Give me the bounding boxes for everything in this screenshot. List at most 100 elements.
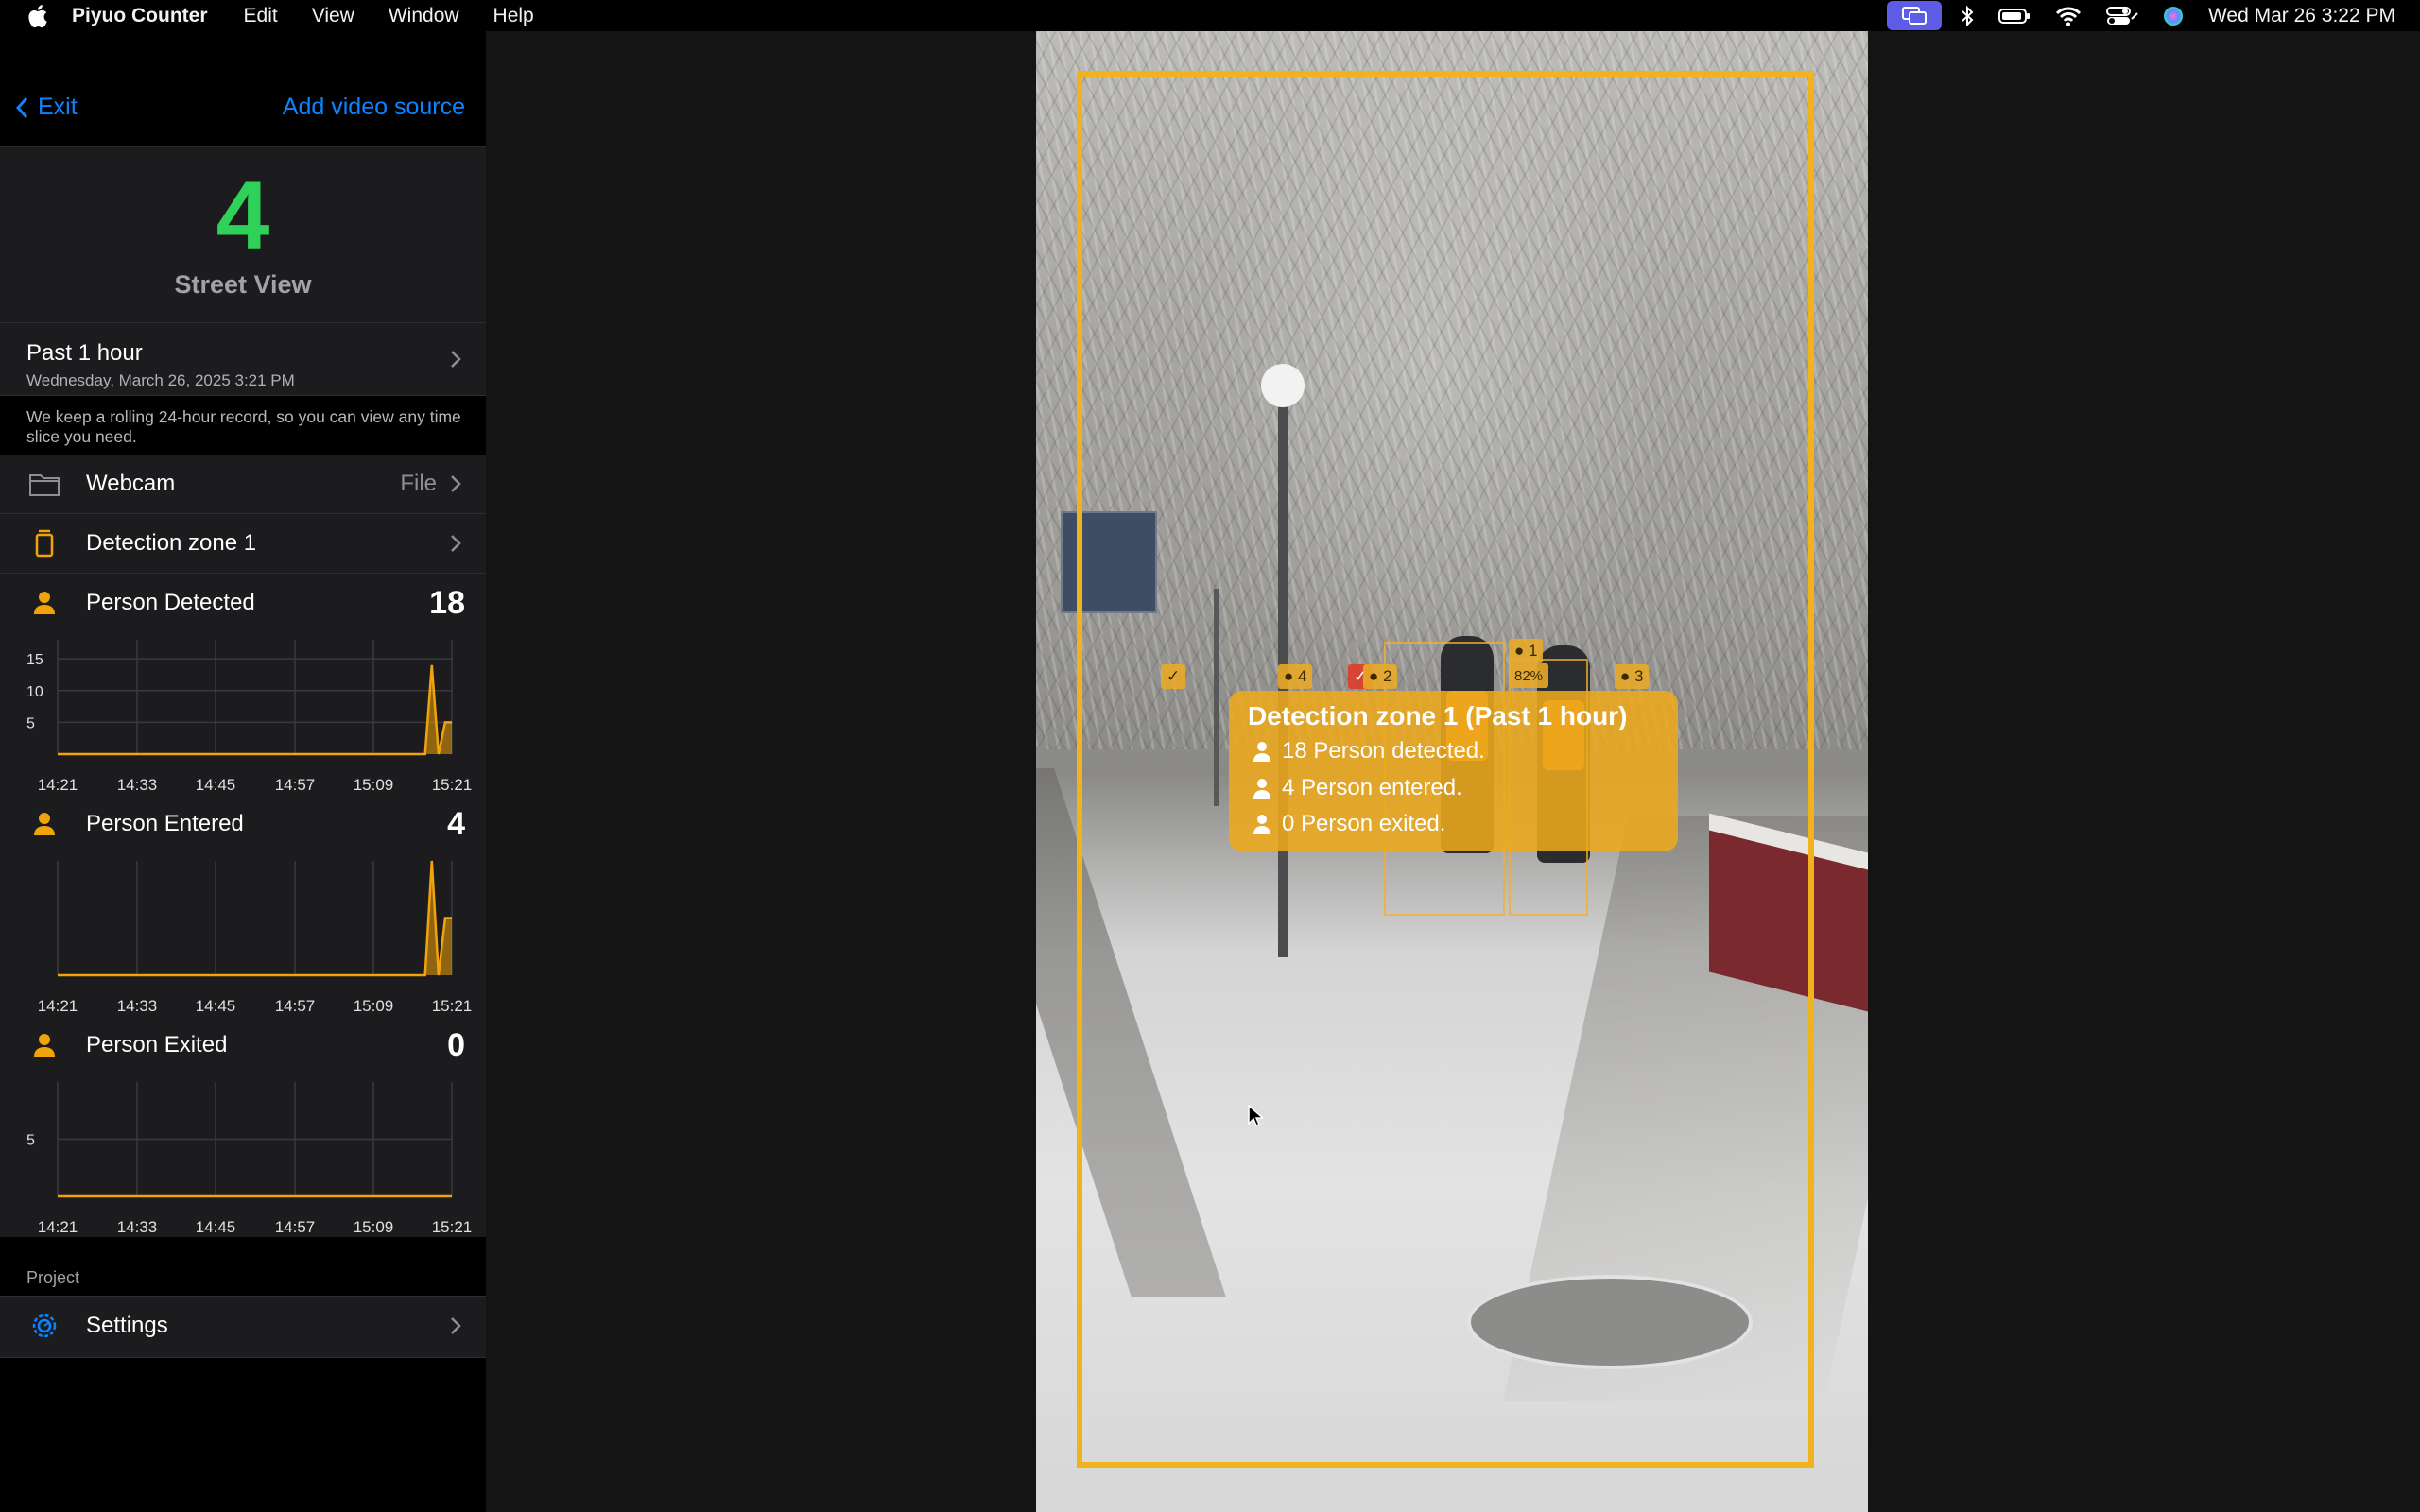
detection-zone-row[interactable]: Detection zone 1 <box>0 514 486 574</box>
metric-label: Person Detected <box>86 590 255 615</box>
menu-view[interactable]: View <box>312 5 354 27</box>
exit-label: Exit <box>38 94 78 120</box>
x-tick-label: 14:21 <box>38 776 78 794</box>
x-tick-label: 15:21 <box>432 997 473 1015</box>
overlay-text: 18 Person detected. <box>1282 738 1485 764</box>
video-source-type: File <box>400 471 437 496</box>
source-name: Street View <box>174 270 312 299</box>
app-menu[interactable]: Piyuo Counter <box>72 5 208 27</box>
person-icon <box>1253 779 1270 799</box>
note-text: We keep a rolling 24-hour record, so you… <box>26 407 461 446</box>
period-title: Past 1 hour <box>26 340 143 366</box>
menu-help[interactable]: Help <box>493 5 534 27</box>
menu-bar: Piyuo Counter Edit View Window Help Wed … <box>0 0 2420 31</box>
x-tick-label: 14:33 <box>117 997 158 1015</box>
chart-person-entered: 14:21 14:33 14:45 14:57 15:09 15:21 <box>0 853 486 1016</box>
menu-window[interactable]: Window <box>389 5 459 27</box>
chevron-right-icon <box>451 351 461 368</box>
video-preview[interactable]: ✓ ● 4 ✓ ● 2 ● 1 82% ● 3 Detection zone 1… <box>1036 31 1868 1512</box>
x-tick-label: 14:33 <box>117 776 158 794</box>
y-tick-label: 10 <box>26 684 43 700</box>
overlay-title: Detection zone 1 (Past 1 hour) <box>1248 701 1628 730</box>
person-icon <box>34 592 55 614</box>
series-area <box>58 861 452 975</box>
metric-person-entered[interactable]: Person Entered 4 <box>0 795 486 853</box>
rolling-record-note: We keep a rolling 24-hour record, so you… <box>0 396 486 462</box>
series-line <box>58 860 452 977</box>
period-date: Wednesday, March 26, 2025 3:21 PM <box>26 371 295 389</box>
overlay-line-detected: 18 Person detected. <box>1252 738 1485 765</box>
y-tick-label: 5 <box>26 715 35 731</box>
project-section-label: Project <box>26 1268 80 1287</box>
zone-icon <box>35 529 54 558</box>
series-area <box>58 664 452 754</box>
sidebar: Exit Add video source 4 Street View Past… <box>0 31 486 1512</box>
metric-person-detected[interactable]: Person Detected 18 <box>0 574 486 632</box>
x-tick-label: 15:21 <box>432 1218 473 1236</box>
overlay-line-exited: 0 Person exited. <box>1252 811 1445 837</box>
metric-person-exited[interactable]: Person Exited 0 <box>0 1016 486 1074</box>
person-icon <box>34 1034 55 1057</box>
control-center-icon[interactable] <box>2105 0 2138 31</box>
apple-icon[interactable] <box>25 3 49 29</box>
zone-summary-overlay: Detection zone 1 (Past 1 hour) 18 Person… <box>1229 691 1678 851</box>
metric-value: 4 <box>447 806 465 842</box>
current-count-panel: 4 Street View <box>0 147 486 322</box>
metric-value: 18 <box>429 585 465 621</box>
chart-person-detected: 5 10 15 14:21 14:33 14:45 14:57 15:09 15:21 <box>0 632 486 795</box>
series-line <box>58 664 452 756</box>
x-tick-label: 14:57 <box>275 997 316 1015</box>
settings-label: Settings <box>86 1313 168 1338</box>
battery-icon[interactable] <box>1997 0 2031 31</box>
wifi-icon[interactable] <box>2055 0 2082 31</box>
line-chart: 5 14:21 14:33 14:45 14:57 15:09 15:21 <box>26 1082 473 1236</box>
x-tick-label: 14:33 <box>117 1218 158 1236</box>
chevron-right-icon <box>451 475 461 492</box>
metric-value: 0 <box>447 1027 465 1063</box>
detection-zone-label: Detection zone 1 <box>86 530 257 556</box>
menu-edit[interactable]: Edit <box>244 5 278 27</box>
sidebar-toolbar: Exit Add video source <box>0 31 486 147</box>
line-chart: 14:21 14:33 14:45 14:57 15:09 15:21 <box>38 860 473 1015</box>
x-tick-label: 14:45 <box>196 1218 236 1236</box>
metric-label: Person Entered <box>86 811 244 836</box>
folder-icon <box>29 474 60 496</box>
overlay-line-entered: 4 Person entered. <box>1252 775 1462 801</box>
x-tick-label: 15:21 <box>432 776 473 794</box>
video-source-label: Webcam <box>86 471 176 496</box>
x-tick-label: 14:45 <box>196 997 236 1015</box>
person-icon <box>34 813 55 835</box>
x-tick-label: 14:21 <box>38 1218 78 1236</box>
time-period-selector[interactable]: Past 1 hour Wednesday, March 26, 2025 3:… <box>0 322 486 396</box>
chevron-left-icon <box>15 96 28 118</box>
x-tick-label: 14:21 <box>38 997 78 1015</box>
metric-label: Person Exited <box>86 1032 228 1057</box>
person-icon <box>1253 742 1270 762</box>
gear-icon <box>32 1314 57 1338</box>
current-count: 4 <box>216 162 270 269</box>
settings-row[interactable]: Settings <box>0 1296 486 1358</box>
overlay-text: 0 Person exited. <box>1282 811 1446 836</box>
mouse-cursor-icon <box>1248 1105 1263 1126</box>
chevron-right-icon <box>451 535 461 552</box>
y-tick-label: 5 <box>26 1133 35 1149</box>
x-tick-label: 14:57 <box>275 776 316 794</box>
x-tick-label: 15:09 <box>354 776 394 794</box>
x-tick-label: 14:45 <box>196 776 236 794</box>
y-tick-label: 15 <box>26 652 43 668</box>
screen-mirroring-icon[interactable] <box>1886 1 1942 30</box>
x-tick-label: 15:09 <box>354 1218 394 1236</box>
bluetooth-icon[interactable] <box>1961 0 1974 31</box>
x-tick-label: 14:57 <box>275 1218 316 1236</box>
person-icon <box>1253 815 1270 834</box>
chart-person-exited: 5 14:21 14:33 14:45 14:57 15:09 15:21 <box>0 1074 486 1237</box>
video-source-row[interactable]: Webcam File <box>0 455 486 514</box>
siri-icon[interactable] <box>2163 0 2184 31</box>
chevron-right-icon <box>451 1317 461 1334</box>
exit-button[interactable]: Exit <box>15 94 78 121</box>
overlay-text: 4 Person entered. <box>1282 775 1462 800</box>
x-tick-label: 15:09 <box>354 997 394 1015</box>
add-video-source-button[interactable]: Add video source <box>283 94 465 121</box>
menubar-clock[interactable]: Wed Mar 26 3:22 PM <box>2208 5 2395 27</box>
line-chart: 5 10 15 14:21 14:33 14:45 14:57 15:09 15:21 <box>26 640 473 794</box>
